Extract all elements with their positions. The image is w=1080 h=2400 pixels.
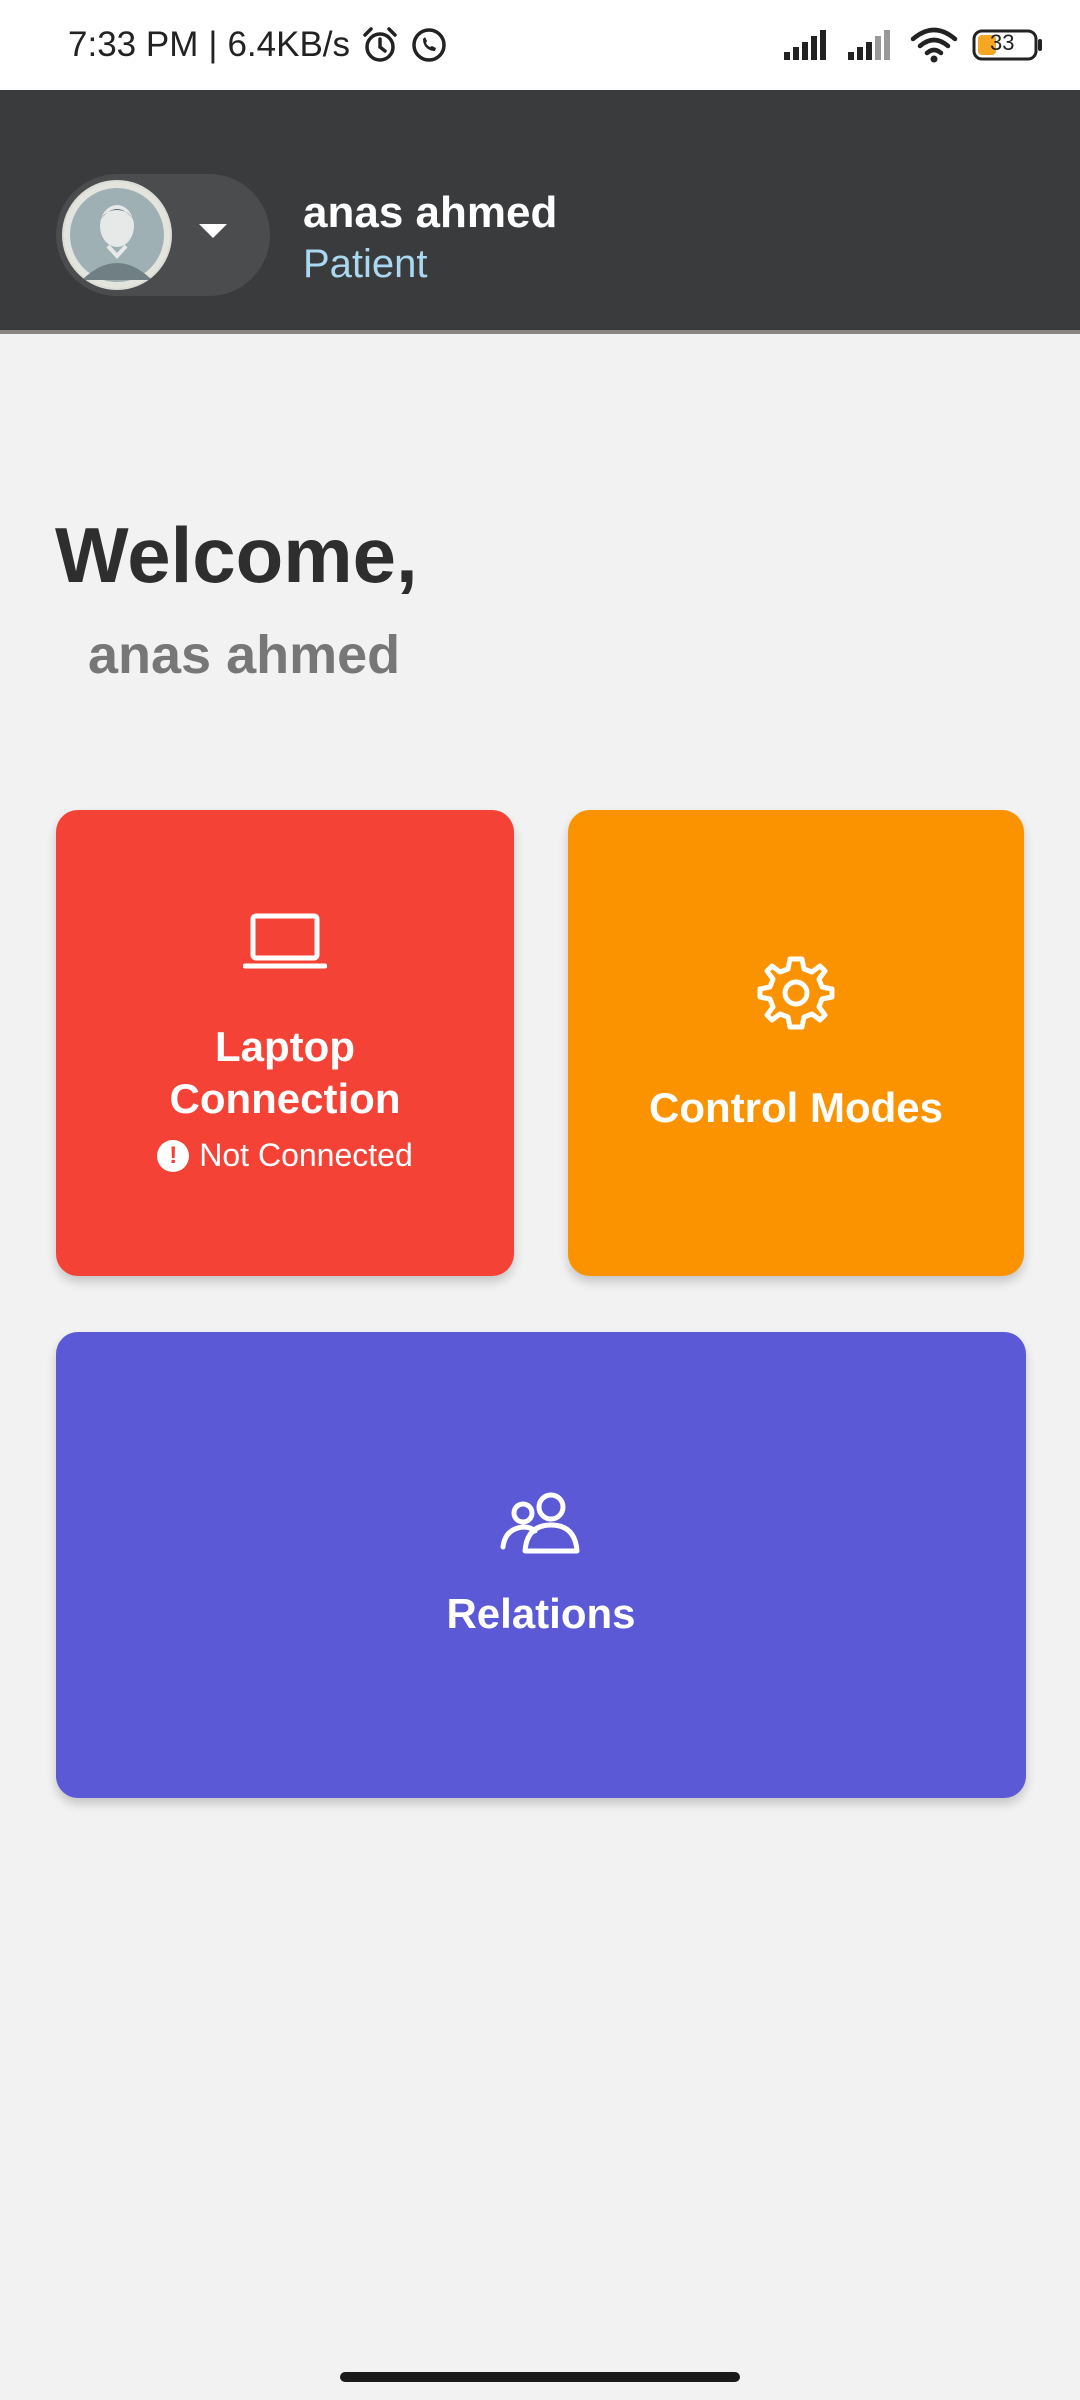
welcome-title: Welcome, [55, 511, 418, 599]
control-modes-title: Control Modes [649, 1083, 943, 1131]
connection-status-text: Not Connected [199, 1137, 413, 1173]
app-bar: anas ahmed Patient [0, 90, 1080, 334]
whatsapp-icon [410, 26, 448, 64]
laptop-icon [242, 912, 328, 977]
header-user-role: Patient [303, 242, 428, 286]
profile-switcher-button[interactable] [56, 174, 270, 296]
laptop-card-title-line2: Connection [169, 1075, 401, 1122]
welcome-user-name: anas ahmed [88, 625, 401, 685]
battery-icon: 33 [972, 27, 1044, 63]
alarm-icon [360, 25, 400, 65]
control-modes-card[interactable]: Control Modes [568, 810, 1024, 1276]
signal-icon [846, 28, 896, 62]
user-avatar [62, 180, 172, 290]
status-left: 7:33 PM | 6.4KB/s [68, 25, 448, 65]
signal-icon [782, 28, 832, 62]
status-network-speed: 6.4KB/s [227, 25, 351, 64]
people-icon [499, 1491, 583, 1560]
connection-status: ! Not Connected [157, 1137, 413, 1174]
gear-icon [756, 953, 836, 1038]
status-bar: 7:33 PM | 6.4KB/s 33 [0, 0, 1080, 90]
avatar-icon [64, 182, 170, 288]
header-user-name: anas ahmed [303, 188, 558, 237]
chevron-down-icon [199, 224, 227, 238]
battery-level: 33 [990, 30, 1015, 55]
status-right: 33 [782, 27, 1044, 63]
relations-card[interactable]: Relations [56, 1332, 1026, 1798]
status-time: 7:33 PM [68, 25, 199, 64]
laptop-card-title-line1: Laptop [215, 1023, 355, 1070]
relations-title: Relations [446, 1589, 636, 1637]
alert-icon: ! [157, 1139, 190, 1172]
laptop-connection-card[interactable]: Laptop Connection ! Not Connected [56, 810, 514, 1276]
home-indicator[interactable] [340, 2372, 740, 2382]
status-separator: | [208, 25, 218, 64]
wifi-icon [910, 27, 958, 63]
